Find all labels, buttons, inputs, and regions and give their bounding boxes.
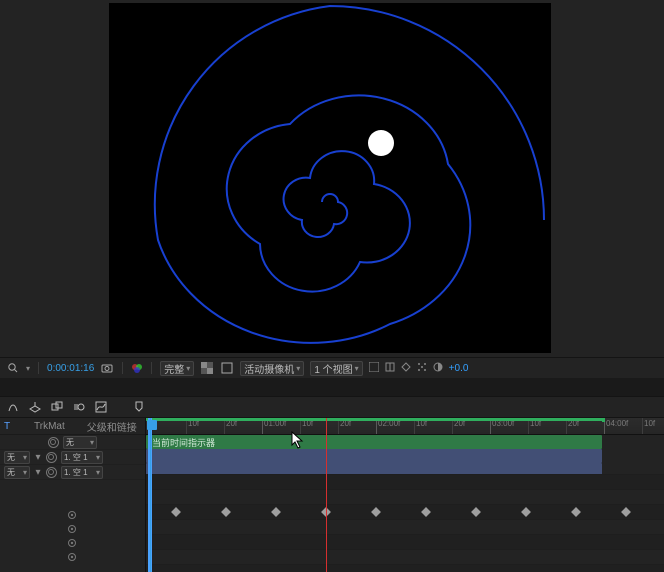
tool-motionblur-icon[interactable] xyxy=(72,400,86,414)
transparency-grid-icon[interactable] xyxy=(200,361,214,375)
trkmat-column-label: TrkMat xyxy=(34,421,65,432)
active-camera-dropdown[interactable]: 活动摄像机▾ xyxy=(240,361,304,376)
property-row[interactable] xyxy=(0,522,145,536)
trkmat-dropdown-2[interactable]: 无▾ xyxy=(4,451,30,464)
property-row[interactable] xyxy=(0,536,145,550)
pickwhip-icon[interactable] xyxy=(46,452,57,463)
track-row[interactable] xyxy=(146,475,664,490)
tool-graph-editor-icon[interactable] xyxy=(94,400,108,414)
composition-preview[interactable] xyxy=(0,0,664,357)
keyframe-diamond[interactable] xyxy=(521,507,531,517)
timeline-panel: T TrkMat 父级和链接 无▾ 无▾ ▾ 1. 空 1▾ 无▾ xyxy=(0,396,664,572)
cti-line[interactable] xyxy=(150,418,151,572)
keyframe-diamond[interactable] xyxy=(571,507,581,517)
exposure-value[interactable]: +0.0 xyxy=(449,363,469,374)
keyframe-diamond[interactable] xyxy=(271,507,281,517)
track-row[interactable] xyxy=(146,490,664,505)
keyframe-diamond[interactable] xyxy=(221,507,231,517)
tool-comp-mini-flow-icon[interactable] xyxy=(6,400,20,414)
time-ruler[interactable]: 10f20f01:00f10f20f02:00f10f20f03:00f10f2… xyxy=(146,418,664,435)
view-opt-icon-1[interactable] xyxy=(369,362,379,375)
snapshot-icon[interactable] xyxy=(100,361,114,375)
preview-canvas[interactable] xyxy=(110,4,550,352)
keyframe-nav-icon[interactable] xyxy=(66,523,78,535)
keyframe-diamond[interactable] xyxy=(471,507,481,517)
resolution-dropdown[interactable]: 完整▾ xyxy=(160,361,194,376)
keyframe-nav-icon[interactable] xyxy=(66,537,78,549)
track-row[interactable] xyxy=(146,505,664,520)
timeline-track-area[interactable]: 10f20f01:00f10f20f02:00f10f20f03:00f10f2… xyxy=(146,418,664,572)
timeline-layer-list: T TrkMat 父级和链接 无▾ 无▾ ▾ 1. 空 1▾ 无▾ xyxy=(0,418,146,572)
view-opt-icon-2[interactable] xyxy=(385,362,395,375)
layer-bar-1[interactable]: 当前时间指示器 xyxy=(146,435,602,449)
view-count-label: 1 个视图 xyxy=(314,361,352,376)
view-opt-icon-4[interactable] xyxy=(417,362,427,375)
mask-toggle-icon[interactable] xyxy=(220,361,234,375)
timeline-toolbar xyxy=(0,397,664,418)
cti-tooltip-label: 当前时间指示器 xyxy=(148,435,219,449)
layer-row-2[interactable]: 无▾ ▾ 1. 空 1▾ xyxy=(0,450,145,465)
animated-dot xyxy=(368,130,394,156)
keyframe-nav-icon[interactable] xyxy=(66,509,78,521)
trkmat-dropdown-3[interactable]: 无▾ xyxy=(4,466,30,479)
keyframe-diamond[interactable] xyxy=(621,507,631,517)
track-row[interactable] xyxy=(146,520,664,535)
keyframe-diamond[interactable] xyxy=(371,507,381,517)
tool-markers-icon[interactable] xyxy=(132,400,146,414)
parent-dropdown-1[interactable]: 无▾ xyxy=(63,436,97,449)
layer-columns-header: T TrkMat 父级和链接 xyxy=(0,418,145,435)
track-row[interactable] xyxy=(146,460,664,475)
playhead[interactable] xyxy=(326,418,327,572)
ruler-tick-label: 04:00f xyxy=(606,419,628,428)
pickwhip-icon[interactable] xyxy=(48,437,59,448)
parent-column-label: 父级和链接 xyxy=(87,419,137,434)
preview-status-bar: ▾ 0:00:01:16 完整▾ 活动摄像机▾ 1 个视图▾ +0.0 xyxy=(0,357,664,378)
keyframe-diamond[interactable] xyxy=(171,507,181,517)
property-row[interactable] xyxy=(0,550,145,564)
spiral-path-graphic xyxy=(110,4,550,352)
keyframe-nav-icon[interactable] xyxy=(66,551,78,563)
tool-frameblend-icon[interactable] xyxy=(50,400,64,414)
layer-row-1[interactable]: 无▾ xyxy=(0,435,145,450)
view-count-dropdown[interactable]: 1 个视图▾ xyxy=(310,361,362,376)
magnify-dropdown[interactable]: ▾ xyxy=(26,364,30,373)
magnify-icon[interactable] xyxy=(6,361,20,375)
parent-dropdown-3[interactable]: 1. 空 1▾ xyxy=(61,466,103,479)
ruler-tick-label: 10f xyxy=(644,419,655,428)
exposure-icon[interactable] xyxy=(433,362,443,375)
color-channels-icon[interactable] xyxy=(131,362,143,374)
pickwhip-icon[interactable] xyxy=(46,467,57,478)
keyframe-diamond[interactable] xyxy=(421,507,431,517)
property-row[interactable] xyxy=(0,508,145,522)
active-camera-label: 活动摄像机 xyxy=(244,361,294,376)
parent-dropdown-2[interactable]: 1. 空 1▾ xyxy=(61,451,103,464)
current-timecode[interactable]: 0:00:01:16 xyxy=(47,363,94,374)
resolution-label: 完整 xyxy=(164,361,184,376)
layer-row-3[interactable]: 无▾ ▾ 1. 空 1▾ xyxy=(0,465,145,480)
view-opt-icon-3[interactable] xyxy=(401,362,411,375)
tool-draft3d-icon[interactable] xyxy=(28,400,42,414)
track-row[interactable] xyxy=(146,550,664,565)
cti-head[interactable] xyxy=(152,418,164,434)
track-row[interactable] xyxy=(146,535,664,550)
track-row[interactable] xyxy=(146,565,664,572)
panel-divider[interactable] xyxy=(0,378,664,396)
